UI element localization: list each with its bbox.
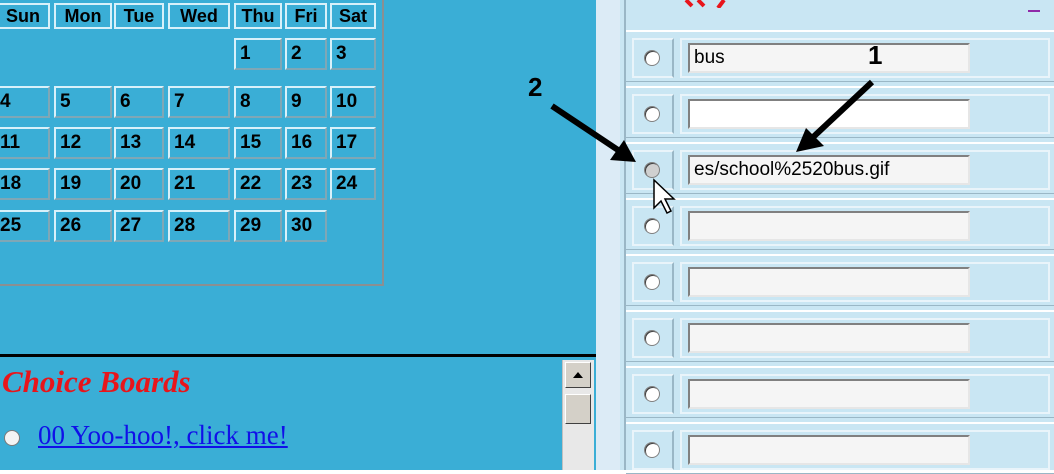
annotation-overlay [550, 79, 875, 215]
arrow-icon [796, 79, 875, 152]
cursor-icon [653, 178, 676, 215]
arrow-icon [550, 103, 636, 162]
